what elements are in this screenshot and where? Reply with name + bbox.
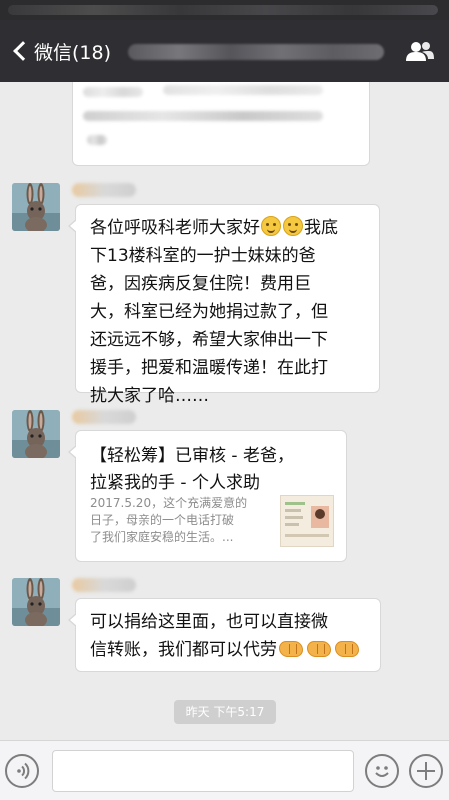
smile-emoji-icon	[261, 216, 281, 236]
handshake-emoji-icon	[279, 641, 303, 657]
status-bar-blurred	[8, 5, 438, 15]
back-button[interactable]: 微信(18)	[10, 34, 111, 68]
link-card-title: 【轻松筹】已审核 - 老爸， 拉紧我的手 - 个人求助	[90, 446, 294, 493]
chat-title-blurred	[128, 44, 384, 60]
message-bubble[interactable]: 可以捐给这里面，也可以直接微 信转账，我们都可以代劳	[68, 598, 381, 674]
back-label: 微信(18)	[34, 41, 112, 64]
sender-name-blurred	[72, 410, 136, 424]
voice-button[interactable]	[5, 754, 39, 788]
rabbit-avatar-image	[12, 578, 60, 626]
handshake-emoji-icon	[307, 641, 331, 657]
timestamp: 昨天 下午5:17	[174, 700, 276, 724]
handshake-emoji-icon	[335, 641, 359, 657]
emoji-face-icon	[375, 766, 389, 777]
message-text: 各位呼吸科老师大家好 我底 下13楼科室的一护士妹妹的爸 爸，因疾病反复住院！费用…	[90, 216, 338, 406]
link-card-thumbnail	[280, 495, 334, 547]
contact-group-icon[interactable]	[405, 40, 435, 62]
rabbit-avatar-image	[12, 410, 60, 458]
message-bubble-blurred[interactable]	[72, 82, 370, 166]
status-bar	[0, 0, 449, 20]
message-bubble[interactable]: 各位呼吸科老师大家好 我底 下13楼科室的一护士妹妹的爸 爸，因疾病反复住院！费用…	[68, 204, 380, 406]
link-card[interactable]: 【轻松筹】已审核 - 老爸， 拉紧我的手 - 个人求助 2017.5.20，这个…	[68, 430, 347, 562]
avatar[interactable]	[12, 410, 60, 458]
nav-bar: 微信(18)	[0, 20, 449, 82]
chevron-left-icon	[13, 41, 33, 61]
emoji-button[interactable]	[365, 754, 399, 788]
link-card-description: 2017.5.20，这个充满爱意的 日子，母亲的一个电话打破 了我们家庭安稳的生…	[90, 496, 248, 544]
input-bar	[0, 740, 449, 800]
message-text: 可以捐给这里面，也可以直接微 信转账，我们都可以代劳	[76, 599, 380, 674]
sender-name-blurred	[72, 183, 136, 197]
sender-name-blurred	[72, 578, 136, 592]
smile-emoji-icon	[283, 216, 303, 236]
plus-button[interactable]	[409, 754, 443, 788]
voice-icon	[17, 762, 30, 780]
plus-icon	[417, 762, 435, 780]
rabbit-avatar-image	[12, 183, 60, 231]
chat-area[interactable]: 各位呼吸科老师大家好 我底 下13楼科室的一护士妹妹的爸 爸，因疾病反复住院！费用…	[0, 82, 449, 740]
message-input[interactable]	[52, 750, 354, 792]
avatar[interactable]	[12, 183, 60, 231]
avatar[interactable]	[12, 578, 60, 626]
